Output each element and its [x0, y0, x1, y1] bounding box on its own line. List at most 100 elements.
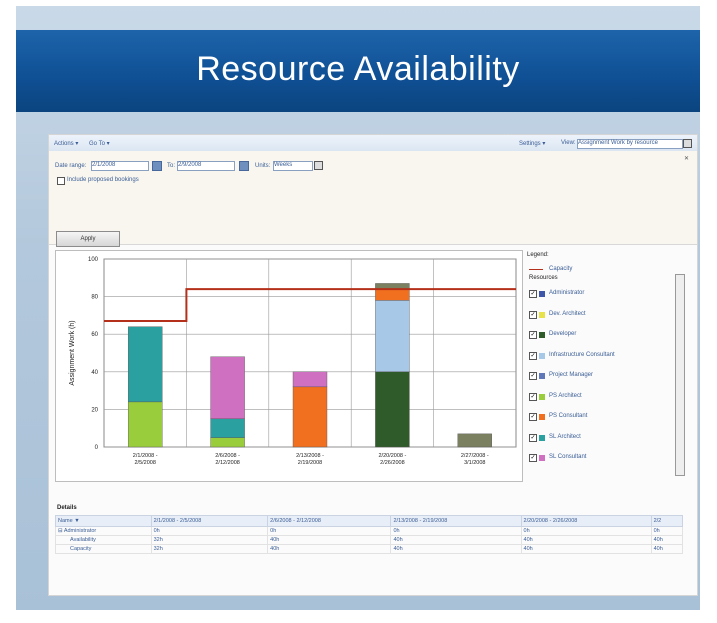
legend-scrollbar[interactable] — [675, 274, 685, 476]
legend-label: Administrator — [549, 290, 585, 296]
x-tick-label: 2/6/2008 - — [215, 453, 240, 459]
table-cell: 40h — [650, 535, 684, 545]
legend-checkbox[interactable]: ✓ — [529, 290, 537, 298]
x-tick-label: 2/5/2008 — [134, 460, 155, 466]
table-row[interactable]: Availability 32h 40h 40h 40h 40h — [55, 535, 684, 545]
legend-checkbox[interactable]: ✓ — [529, 331, 537, 339]
bar-segment — [375, 300, 410, 373]
include-proposed-label: Include proposed bookings — [67, 177, 139, 183]
column-header[interactable]: Name ▼ — [55, 515, 152, 527]
calendar-icon[interactable] — [239, 161, 249, 171]
legend-item[interactable]: ✓ SL Consultant — [529, 452, 679, 464]
view-label: View: — [561, 140, 576, 146]
legend-swatch — [539, 291, 545, 297]
legend-item[interactable]: ✓ Project Manager — [529, 370, 679, 382]
date-from-input[interactable]: 2/1/2008 — [91, 161, 149, 171]
legend-checkbox[interactable]: ✓ — [529, 454, 537, 462]
column-header[interactable]: 2/6/2008 - 2/12/2008 — [267, 515, 392, 527]
legend-checkbox[interactable]: ✓ — [529, 372, 537, 380]
legend-checkbox[interactable]: ✓ — [529, 433, 537, 442]
bar-segment — [375, 371, 410, 448]
actions-menu[interactable]: Actions ▾ — [54, 140, 78, 147]
filter-panel: Date range: 2/1/2008 To: 2/9/2008 Units:… — [49, 151, 697, 247]
legend-item[interactable]: ✓ PS Architect — [529, 391, 679, 403]
legend-resources-label: Resources — [529, 275, 558, 281]
include-proposed-checkbox[interactable] — [57, 177, 65, 185]
details-section: Details Name ▼ 2/1/2008 - 2/5/2008 2/6/200… — [49, 503, 697, 595]
chart-area: 0 20 40 60 80 100 Assignment Work (h) 2/1/2008 … — [55, 250, 523, 482]
view-select[interactable]: Assignment Work by resource — [577, 139, 683, 149]
x-tick-label: 2/27/2008 - — [461, 453, 489, 459]
y-tick-label: 100 — [88, 257, 99, 263]
table-cell: 32h — [150, 544, 269, 554]
table-cell: 0h — [150, 526, 269, 536]
table-row[interactable]: Capacity 32h 40h 40h 40h 40h — [55, 544, 684, 554]
legend-item[interactable]: ✓ Infrastructure Consultant — [529, 350, 679, 362]
table-cell: 40h — [520, 544, 652, 554]
x-tick-label: 2/1/2008 - — [133, 453, 158, 459]
availability-chart: 0 20 40 60 80 100 Assignment Work (h) 2/1/2008 … — [69, 257, 517, 466]
column-header[interactable]: 2/13/2008 - 2/19/2008 — [390, 515, 522, 527]
legend-item[interactable]: ✓ SL Architect — [529, 432, 679, 444]
bar-segment — [457, 433, 492, 448]
x-tick-label: 2/26/2008 — [380, 460, 404, 466]
legend-label: SL Consultant — [549, 454, 587, 460]
legend-label: Project Manager — [549, 372, 594, 378]
legend-item[interactable]: ✓ Developer — [529, 329, 679, 341]
table-cell: ⊟ Administrator — [55, 526, 152, 536]
date-range-label: Date range: — [55, 163, 87, 169]
legend-checkbox[interactable]: ✓ — [529, 351, 537, 360]
apply-button[interactable]: Apply — [56, 231, 120, 247]
legend-checkbox[interactable]: ✓ — [529, 392, 537, 401]
legend-swatch — [539, 393, 545, 400]
legend-label: SL Architect — [549, 433, 581, 440]
y-tick-label: 0 — [95, 445, 99, 451]
settings-menu[interactable]: Settings ▾ — [519, 140, 545, 147]
table-cell: 40h — [390, 544, 522, 554]
column-header[interactable]: 2/2 — [650, 515, 684, 527]
date-to-input[interactable]: 2/9/2008 — [177, 161, 235, 171]
bar-segment — [210, 418, 245, 438]
app-screenshot: Actions ▾ Go To ▾ Settings ▾ View: Assig… — [48, 134, 698, 596]
bar-segment — [127, 326, 163, 403]
table-row[interactable]: ⊟ Administrator 0h 0h 0h 0h 0h — [55, 526, 684, 536]
legend-swatch — [539, 332, 545, 338]
bar-segment — [375, 288, 410, 301]
table-cell: 40h — [267, 544, 392, 554]
table-cell: 40h — [520, 535, 652, 545]
legend-item[interactable]: ✓ PS Consultant — [529, 411, 679, 423]
goto-menu[interactable]: Go To ▾ — [89, 140, 110, 147]
legend-label: Infrastructure Consultant — [549, 351, 615, 358]
to-label: To: — [167, 163, 176, 169]
table-cell: 40h — [267, 535, 392, 545]
capacity-line-swatch — [529, 269, 543, 270]
view-dropdown-icon[interactable] — [683, 139, 692, 148]
close-icon[interactable]: ✕ — [684, 155, 689, 162]
legend-swatch — [539, 352, 545, 359]
legend-label: Developer — [549, 331, 577, 337]
legend-swatch — [539, 434, 545, 441]
table-cell: 0h — [267, 526, 392, 536]
slide-frame: Resource Availability Actions ▾ Go To ▾ … — [16, 6, 700, 610]
legend-label: PS Architect — [549, 392, 582, 399]
x-tick-label: 2/19/2008 — [298, 460, 322, 466]
units-dropdown-icon[interactable] — [314, 161, 323, 170]
column-header[interactable]: 2/20/2008 - 2/26/2008 — [520, 515, 652, 527]
table-cell: 40h — [650, 544, 684, 554]
table-cell: Availability — [55, 535, 152, 545]
legend-swatch — [539, 311, 545, 318]
legend-item[interactable]: ✓ Administrator — [529, 288, 679, 300]
units-select[interactable]: Weeks — [273, 161, 313, 171]
table-cell: 40h — [390, 535, 522, 545]
calendar-icon[interactable] — [152, 161, 162, 171]
legend-item[interactable]: ✓ Dev. Architect — [529, 309, 679, 321]
toolbar: Actions ▾ Go To ▾ Settings ▾ View: Assig… — [49, 135, 697, 152]
legend-checkbox[interactable]: ✓ — [529, 310, 537, 319]
legend-title: Legend: — [527, 252, 549, 258]
legend-swatch — [539, 414, 545, 420]
legend-panel: Legend: Capacity Resources ✓ Administrato… — [525, 250, 691, 480]
legend-checkbox[interactable]: ✓ — [529, 413, 537, 421]
column-header[interactable]: 2/1/2008 - 2/5/2008 — [150, 515, 269, 527]
table-cell: Capacity — [55, 544, 152, 554]
x-tick-label: 2/20/2008 - — [378, 453, 406, 459]
